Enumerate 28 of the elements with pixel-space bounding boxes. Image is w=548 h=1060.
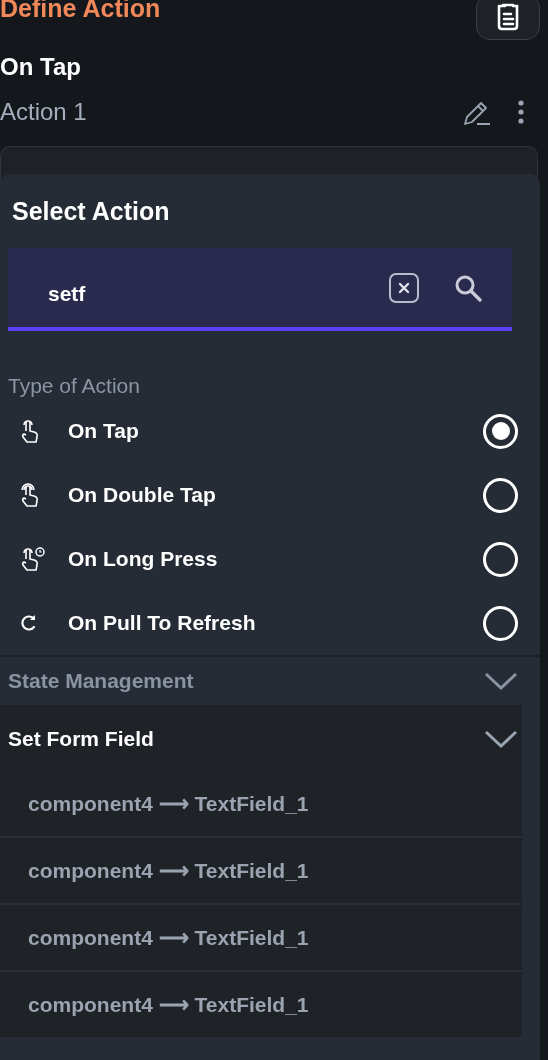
clear-icon[interactable]: [388, 271, 420, 304]
radio-button[interactable]: [483, 541, 518, 577]
action-list-item[interactable]: component4 ⟶ TextField_1: [0, 905, 522, 972]
notes-button[interactable]: [476, 0, 540, 40]
section-label: Type of Action: [7, 373, 141, 399]
trigger-title: On Tap: [0, 52, 82, 82]
long-press-icon: [20, 546, 46, 572]
refresh-icon: [20, 614, 38, 632]
radio-button[interactable]: [483, 477, 518, 513]
tap-icon: [20, 418, 40, 444]
action-type-option[interactable]: On Double Tap: [0, 463, 540, 527]
double-tap-icon: [20, 482, 40, 508]
action-type-option[interactable]: On Long Press: [0, 527, 540, 591]
search-field[interactable]: setf: [8, 248, 512, 331]
action-list-item[interactable]: component4 ⟶ TextField_1: [0, 838, 522, 905]
chevron-down-icon: [484, 729, 518, 749]
action-list-item[interactable]: component4 ⟶ TextField_1: [0, 771, 522, 838]
chevron-down-icon: [484, 671, 518, 691]
panel-title: Select Action: [11, 196, 171, 226]
action-type-option[interactable]: On Tap: [0, 399, 540, 463]
radio-button[interactable]: [483, 605, 518, 641]
radio-button[interactable]: [483, 413, 518, 449]
search-input[interactable]: setf: [48, 269, 356, 306]
action-type-option[interactable]: On Pull To Refresh: [0, 591, 540, 655]
document-icon: [495, 2, 521, 32]
action-name: Action 1: [0, 98, 88, 126]
more-icon[interactable]: [516, 99, 526, 125]
action-list-item[interactable]: component4 ⟶ TextField_1: [0, 972, 522, 1037]
